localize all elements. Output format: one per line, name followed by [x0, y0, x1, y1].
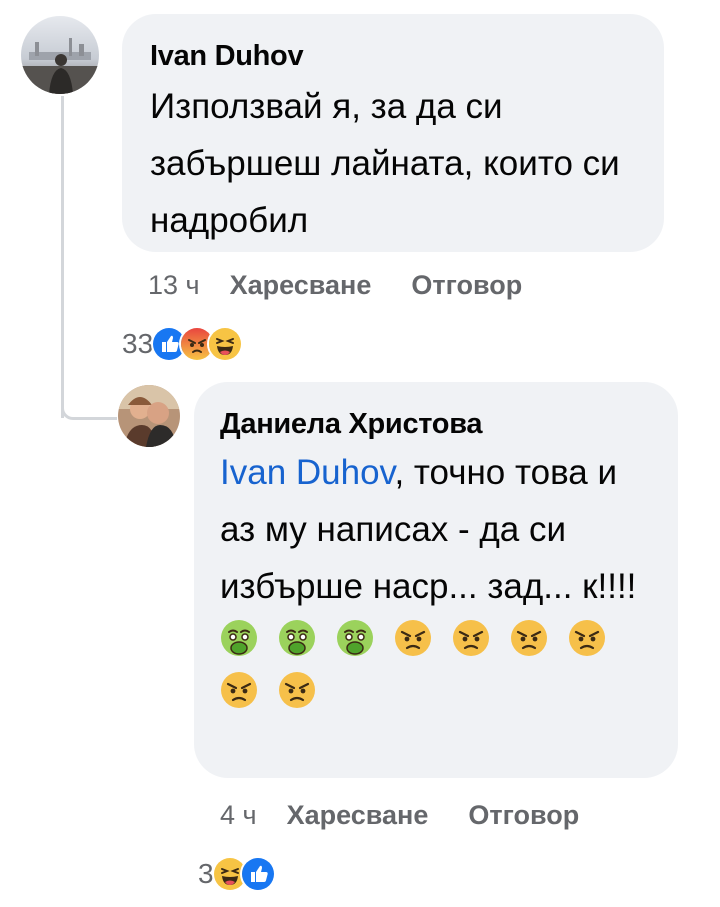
- comment-timestamp[interactable]: 13 ч: [148, 270, 200, 301]
- nauseated-face-icon: [336, 619, 374, 657]
- reply-button[interactable]: Отговор: [411, 270, 522, 301]
- nauseated-face-icon: [220, 619, 258, 657]
- angry-face-icon: [220, 671, 258, 709]
- comment-author[interactable]: Даниела Христова: [220, 406, 654, 442]
- avatar[interactable]: [118, 385, 180, 447]
- angry-face-icon: [452, 619, 490, 657]
- mention-link[interactable]: Ivan Duhov: [220, 453, 394, 492]
- angry-face-icon: [568, 619, 606, 657]
- reaction-summary[interactable]: 33: [122, 326, 244, 362]
- comment-text: Използвай я, за да си забършеш лайната, …: [150, 87, 620, 240]
- comment-actions: 4 ч Харесване Отговор: [220, 800, 619, 831]
- comment-timestamp[interactable]: 4 ч: [220, 800, 257, 831]
- angry-face-icon: [510, 619, 548, 657]
- like-button[interactable]: Харесване: [230, 270, 372, 301]
- reply-connector: [61, 372, 117, 420]
- like-icon: [239, 856, 276, 892]
- haha-icon: [207, 326, 244, 362]
- reply-button[interactable]: Отговор: [468, 800, 579, 831]
- reaction-summary[interactable]: 3: [198, 856, 276, 892]
- angry-face-icon: [394, 619, 432, 657]
- avatar-photo-icon: [118, 385, 180, 447]
- comment-text: Ivan Duhov, точно това и аз му написах -…: [220, 444, 654, 615]
- emoji-row: [220, 619, 650, 723]
- like-button[interactable]: Харесване: [287, 800, 429, 831]
- thread-line: [61, 96, 64, 418]
- angry-face-icon: [278, 671, 316, 709]
- comment-bubble: Даниела Христова Ivan Duhov, точно това …: [194, 382, 678, 778]
- comment-bubble: Ivan Duhov Използвай я, за да си забърше…: [122, 14, 664, 252]
- nauseated-face-icon: [278, 619, 316, 657]
- comment-author[interactable]: Ivan Duhov: [150, 38, 636, 74]
- avatar-photo-icon: [21, 16, 99, 94]
- comment-actions: 13 ч Харесване Отговор: [148, 270, 562, 301]
- reaction-count: 33: [122, 328, 154, 359]
- avatar[interactable]: [21, 16, 99, 94]
